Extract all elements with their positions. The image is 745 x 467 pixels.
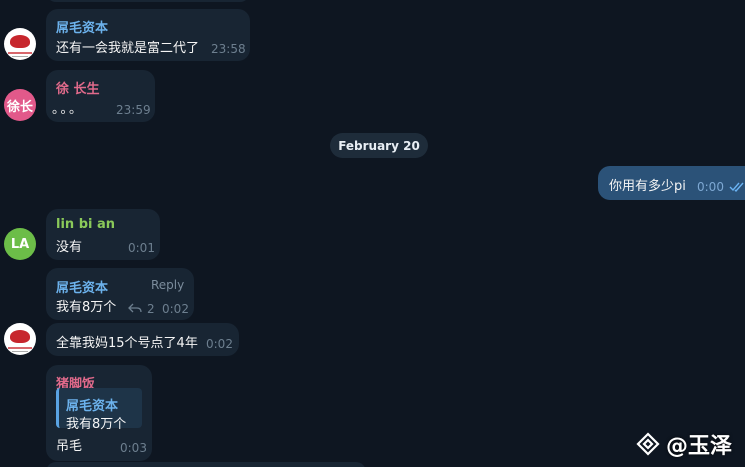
message-bubble[interactable]: lin bi an 没有 0:01 (46, 209, 160, 260)
message-text: 没有 (56, 240, 83, 255)
sender-name[interactable]: lin bi an (56, 217, 115, 232)
avatar[interactable]: 徐长 (4, 89, 36, 121)
logo-icon (10, 329, 30, 343)
reply-arrow-icon[interactable] (128, 303, 142, 313)
message-bubble[interactable]: 屌毛资本 Reply 我有8万个 2 0:02 (46, 268, 194, 320)
message-bubble-partial[interactable] (46, 462, 366, 467)
message-text: 吊毛 (56, 439, 83, 454)
double-check-icon (729, 182, 744, 192)
message-time: 23:58 (211, 42, 246, 56)
message-bubble[interactable]: 猪脚饭 屌毛资本 我有8万个 吊毛 0:03 (46, 365, 152, 461)
message-time: 0:03 (120, 441, 147, 455)
chat-area: 屌毛资本 还有一会我就是富二代了 23:58 徐长 徐 长生 。。。 23:59… (0, 0, 745, 467)
message-text: 全靠我妈15个号点了4年 (56, 336, 198, 351)
watermark: @玉泽 (636, 428, 732, 460)
message-text: 。。。 (52, 102, 85, 117)
logo-subtext-mark (12, 56, 28, 57)
reply-button[interactable]: Reply (151, 278, 184, 292)
quoted-sender-name: 屌毛资本 (66, 399, 119, 414)
sender-name[interactable]: 屌毛资本 (56, 17, 108, 36)
logo-subtext-mark (12, 351, 28, 352)
message-bubble[interactable]: 屌毛资本 还有一会我就是富二代了 23:58 (46, 9, 250, 61)
avatar[interactable] (4, 323, 36, 355)
message-bubble[interactable]: 徐 长生 。。。 23:59 (46, 70, 155, 122)
message-time: 23:59 (116, 103, 151, 117)
message-text: 还有一会我就是富二代了 (56, 41, 200, 56)
date-separator: February 20 (330, 133, 428, 158)
logo-icon (10, 34, 30, 48)
watermark-text: @玉泽 (666, 434, 733, 459)
sender-name[interactable]: 徐 长生 (56, 78, 100, 97)
reply-count[interactable]: 2 (147, 302, 155, 316)
outgoing-message-bubble[interactable]: 你用有多少pi 0:00 (598, 166, 745, 200)
diamond-logo-icon (636, 432, 660, 456)
message-time: 0:00 (697, 180, 724, 194)
logo-text-mark (8, 347, 32, 349)
message-time: 0:01 (128, 241, 155, 255)
message-bubble-partial[interactable] (46, 0, 250, 2)
quoted-message-text: 我有8万个 (66, 417, 127, 432)
message-time: 0:02 (162, 302, 189, 316)
message-bubble[interactable]: 全靠我妈15个号点了4年 0:02 (46, 323, 239, 356)
message-text: 你用有多少pi (609, 179, 686, 194)
sender-name[interactable]: 屌毛资本 (56, 277, 108, 296)
avatar[interactable] (4, 28, 36, 60)
avatar[interactable]: LA (4, 228, 36, 260)
message-time: 0:02 (206, 337, 233, 351)
logo-text-mark (8, 52, 32, 54)
message-text: 我有8万个 (56, 300, 117, 315)
